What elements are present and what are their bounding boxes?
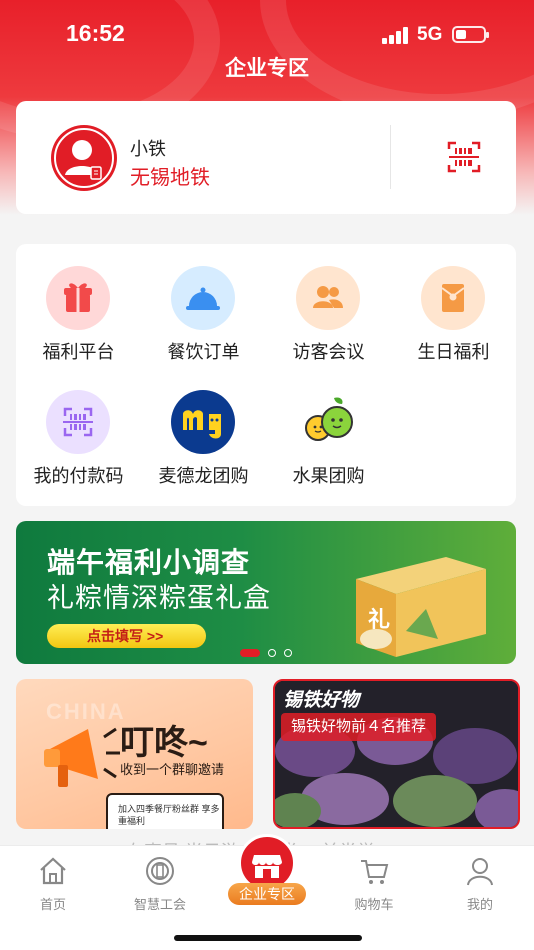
tab-cart[interactable]: 购物车: [334, 856, 414, 913]
home-icon: [40, 857, 66, 885]
promo-banner[interactable]: 礼 端午福利小调查 礼粽情深粽蛋礼盒 点击填写 >>: [16, 521, 516, 664]
promo-group-invite[interactable]: CHINA 叮咚~ 收到一个群聊邀请 加入四季餐厅粉丝群 享多重福利: [16, 679, 253, 829]
promo-subline: 收到一个群聊邀请: [120, 762, 225, 777]
pay-code-icon: [46, 390, 110, 454]
tab-label: 智慧工会: [133, 897, 186, 912]
user-avatar-icon: [54, 128, 114, 188]
service-label: 麦德龙团购: [158, 466, 249, 486]
service-pay-code[interactable]: 我的付款码: [16, 368, 141, 486]
carousel-dot-active[interactable]: [240, 649, 260, 657]
red-envelope-icon: [421, 266, 485, 330]
service-label: 餐饮订单: [167, 342, 240, 362]
avatar[interactable]: [51, 125, 117, 191]
promo-pill: 锡铁好物前４名推荐: [281, 713, 437, 741]
signal-icon: [382, 26, 410, 44]
gift-icon: [46, 266, 110, 330]
people-icon: [296, 266, 360, 330]
home-indicator: [174, 935, 362, 941]
service-fruit-group-buy[interactable]: 水果团购: [266, 368, 391, 486]
profile-card[interactable]: 小铁 无锡地铁: [16, 101, 516, 214]
cart-icon: [361, 860, 389, 884]
organization-name: 无锡地铁: [130, 167, 210, 189]
svg-text:礼: 礼: [368, 607, 390, 633]
banner-subtitle: 礼粽情深粽蛋礼盒: [47, 583, 271, 613]
promo-headline: 叮咚~: [120, 724, 208, 762]
banner-fill-button[interactable]: 点击填写 >>: [47, 624, 206, 648]
service-metro-group-buy[interactable]: 麦德龙团购: [141, 368, 266, 486]
services-grid: 福利平台 餐饮订单 访客会议 生日福利 我的付款码 麦德龙团购 水果团购: [16, 244, 516, 506]
barcode-scan-icon: [447, 141, 481, 173]
status-bar: 16:52 5G: [0, 0, 534, 60]
service-label: 福利平台: [42, 342, 115, 362]
divider: [390, 125, 391, 189]
metro-logo-icon: [171, 390, 235, 454]
tab-home[interactable]: 首页: [13, 856, 93, 913]
fruit-icon: [296, 390, 360, 454]
service-label: 我的付款码: [33, 466, 124, 486]
user-icon: [467, 858, 493, 886]
promo-tag: 锡铁好物: [283, 690, 360, 711]
tab-label-active[interactable]: 企业专区: [228, 883, 306, 905]
shop-icon: [252, 855, 282, 878]
service-visitor-meeting[interactable]: 访客会议: [266, 244, 391, 362]
tab-mine[interactable]: 我的: [440, 856, 520, 913]
service-dining-orders[interactable]: 餐饮订单: [141, 244, 266, 362]
battery-icon: [452, 26, 489, 43]
carousel-dot[interactable]: [284, 649, 292, 657]
service-label: 水果团购: [292, 466, 365, 486]
gift-box-image: 礼: [356, 557, 486, 657]
status-time: 16:52: [66, 20, 125, 46]
network-type: 5G: [417, 24, 443, 45]
invite-notice-card: 加入四季餐厅粉丝群 享多重福利: [106, 793, 224, 829]
tab-smart-union[interactable]: 智慧工会: [120, 856, 200, 913]
page-title: 企业专区: [225, 57, 309, 80]
notice-card-text: 加入四季餐厅粉丝群 享多重福利: [118, 804, 220, 826]
megaphone-icon: [44, 727, 120, 787]
service-welfare-platform[interactable]: 福利平台: [16, 244, 141, 362]
service-label: 生日福利: [417, 342, 490, 362]
banner-title: 端午福利小调查: [47, 547, 251, 578]
service-label: 访客会议: [292, 342, 365, 362]
user-name: 小铁: [130, 139, 166, 159]
promo-xitie-goods[interactable]: 锡铁好物 锡铁好物前４名推荐: [273, 679, 520, 829]
qr-scan-button[interactable]: [446, 139, 482, 175]
food-cloche-icon: [171, 266, 235, 330]
service-birthday-welfare[interactable]: 生日福利: [391, 244, 516, 362]
tab-label: 首页: [39, 897, 66, 912]
union-emblem-icon: [146, 857, 174, 885]
carousel-dot[interactable]: [268, 649, 276, 657]
tab-label: 购物车: [354, 897, 394, 912]
tab-label: 我的: [466, 897, 493, 912]
